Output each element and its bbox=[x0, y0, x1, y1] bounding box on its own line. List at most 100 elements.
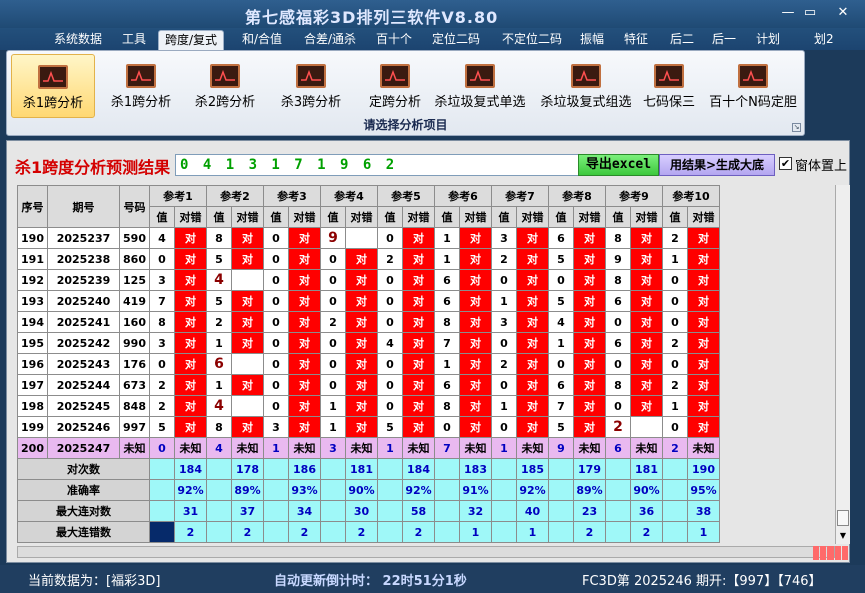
menu-item-5[interactable]: 百十个 bbox=[370, 30, 418, 50]
stat-spacer bbox=[320, 458, 346, 480]
header-ref: 参考6 bbox=[434, 185, 492, 207]
ribbon-button-0[interactable]: 杀1跨分析 bbox=[11, 54, 95, 118]
ribbon-button-7[interactable]: 七码保三 bbox=[639, 54, 699, 118]
prediction-status: 未知 bbox=[573, 437, 606, 459]
ribbon-button-1[interactable]: 杀1跨分析 bbox=[99, 54, 183, 118]
menu-item-3[interactable]: 和/合值 bbox=[236, 30, 288, 50]
table-row[interactable]: 190 2025237 590 4 对 8 对 0 对 9 0 对 1 对 3 对 6 对 8 对 2 对 bbox=[17, 227, 720, 249]
topmost-checkbox[interactable]: ✔ bbox=[779, 157, 792, 170]
row-number: 990 bbox=[119, 332, 150, 354]
value-cell: 1 bbox=[434, 248, 460, 270]
verdict-cell: 对 bbox=[402, 269, 435, 291]
stat-label: 最大连错数 bbox=[17, 521, 150, 543]
table-row[interactable]: 199 2025246 997 5 对 8 对 3 对 1 对 5 对 0 对 0 对 5 对 2 0 对 bbox=[17, 416, 720, 438]
ribbon-button-8[interactable]: 百十个N码定胆 bbox=[705, 54, 801, 118]
menu-item-4[interactable]: 合差/通杀 bbox=[298, 30, 362, 50]
prediction-status: 未知 bbox=[687, 437, 720, 459]
ribbon-button-6[interactable]: 杀垃圾复式组选 bbox=[535, 54, 637, 118]
table-row[interactable]: 191 2025238 860 0 对 5 对 0 对 0 对 2 对 1 对 2 对 5 对 9 对 1 对 bbox=[17, 248, 720, 270]
value-cell: 8 bbox=[206, 227, 232, 249]
scrollbar-thumb[interactable] bbox=[837, 510, 849, 526]
ribbon-expand-icon[interactable]: ↘ bbox=[792, 123, 801, 132]
menu-item-7[interactable]: 不定位二码 bbox=[496, 30, 568, 50]
export-excel-button[interactable]: 导出excel bbox=[578, 154, 659, 176]
value-cell: 8 bbox=[605, 269, 631, 291]
stat-value: 186 bbox=[288, 458, 321, 480]
horizontal-scrollbar[interactable] bbox=[17, 546, 835, 558]
table-row[interactable]: 198 2025245 848 2 对 4 0 对 1 对 0 对 8 对 1 对 7 对 0 对 1 对 bbox=[17, 395, 720, 417]
value-cell: 2 bbox=[662, 374, 688, 396]
stat-spacer bbox=[491, 500, 517, 522]
stat-spacer bbox=[662, 479, 688, 501]
verdict-cell: 对 bbox=[174, 332, 207, 354]
verdict-cell bbox=[345, 227, 378, 249]
stat-value: 89% bbox=[231, 479, 264, 501]
stat-row: 最大连对数 31 37 34 30 58 32 40 23 36 38 bbox=[17, 500, 720, 522]
stat-spacer bbox=[434, 479, 460, 501]
value-cell: 1 bbox=[434, 353, 460, 375]
verdict-cell: 对 bbox=[459, 395, 492, 417]
ribbon-button-3[interactable]: 杀3跨分析 bbox=[269, 54, 353, 118]
menu-item-1[interactable]: 工具 bbox=[116, 30, 152, 50]
value-cell: 6 bbox=[548, 227, 574, 249]
value-cell: 8 bbox=[434, 395, 460, 417]
table-row[interactable]: 196 2025243 176 0 对 6 0 对 0 对 0 对 1 对 2 对 0 对 0 对 0 对 bbox=[17, 353, 720, 375]
ribbon-button-2[interactable]: 杀2跨分析 bbox=[183, 54, 267, 118]
generate-base-button[interactable]: 用结果>生成大底 bbox=[659, 154, 775, 176]
value-cell: 2 bbox=[320, 311, 346, 333]
menu-item-11[interactable]: 后一 bbox=[706, 30, 742, 50]
scroll-down-icon[interactable]: ▼ bbox=[837, 529, 849, 543]
table-row[interactable]: 192 2025239 125 3 对 4 0 对 0 对 0 对 6 对 0 对 0 对 8 对 0 对 bbox=[17, 269, 720, 291]
value-cell: 2 bbox=[377, 248, 403, 270]
minimize-button[interactable]: — bbox=[778, 4, 798, 22]
verdict-cell: 对 bbox=[288, 311, 321, 333]
table-row[interactable]: 194 2025241 160 8 对 2 对 0 对 2 对 0 对 8 对 3 对 4 对 0 对 0 对 bbox=[17, 311, 720, 333]
menu-item-9[interactable]: 特征 bbox=[618, 30, 654, 50]
table-row[interactable]: 197 2025244 673 2 对 1 对 0 对 0 对 0 对 6 对 0 对 6 对 8 对 2 对 bbox=[17, 374, 720, 396]
verdict-cell: 对 bbox=[288, 332, 321, 354]
menu-item-6[interactable]: 定位二码 bbox=[426, 30, 486, 50]
restore-button[interactable]: ▭ bbox=[800, 4, 820, 22]
stat-spacer bbox=[605, 479, 631, 501]
menu-item-2[interactable]: 跨度/复式 bbox=[158, 30, 225, 50]
header-ref: 参考8 bbox=[548, 185, 606, 207]
ribbon-button-5[interactable]: 杀垃圾复式单选 bbox=[429, 54, 531, 118]
value-cell: 0 bbox=[605, 395, 631, 417]
stat-value: 38 bbox=[687, 500, 720, 522]
value-cell: 0 bbox=[149, 353, 175, 375]
value-cell: 0 bbox=[320, 248, 346, 270]
pending-row[interactable]: 200 2025247 未知 0 未知 4 未知 1 未知 3 未知 1 未知 7 未知 1 未知 9 未知 6 未知 2… bbox=[17, 437, 720, 459]
table-row[interactable]: 195 2025242 990 3 对 1 对 0 对 0 对 4 对 7 对 0 对 1 对 6 对 2 对 bbox=[17, 332, 720, 354]
menu-item-0[interactable]: 系统数据 bbox=[48, 30, 108, 50]
row-seq: 191 bbox=[17, 248, 48, 270]
value-cell: 1 bbox=[434, 227, 460, 249]
value-cell: 0 bbox=[548, 353, 574, 375]
vertical-scrollbar[interactable]: ▼ bbox=[835, 185, 850, 544]
ribbon-button-4[interactable]: 定跨分析 bbox=[353, 54, 437, 118]
header-verdict: 对错 bbox=[516, 206, 549, 228]
value-cell: 0 bbox=[320, 290, 346, 312]
menu-item-12[interactable]: 计划 bbox=[750, 30, 786, 50]
prediction-value: 7 bbox=[434, 437, 460, 459]
value-cell: 5 bbox=[548, 416, 574, 438]
verdict-cell: 对 bbox=[630, 290, 663, 312]
menu-item-13[interactable]: 划2 bbox=[808, 30, 840, 50]
stat-value: 190 bbox=[687, 458, 720, 480]
header-value: 值 bbox=[605, 206, 631, 228]
table-row[interactable]: 193 2025240 419 7 对 5 对 0 对 0 对 0 对 6 对 1 对 5 对 6 对 0 对 bbox=[17, 290, 720, 312]
result-input[interactable] bbox=[175, 154, 579, 176]
verdict-cell: 对 bbox=[345, 416, 378, 438]
verdict-cell: 对 bbox=[345, 395, 378, 417]
menu-item-8[interactable]: 振幅 bbox=[574, 30, 610, 50]
value-cell: 0 bbox=[263, 290, 289, 312]
value-cell: 0 bbox=[263, 353, 289, 375]
verdict-cell bbox=[231, 269, 264, 291]
row-seq: 193 bbox=[17, 290, 48, 312]
value-cell: 3 bbox=[263, 416, 289, 438]
value-cell: 6 bbox=[605, 332, 631, 354]
menu-item-10[interactable]: 后二 bbox=[664, 30, 700, 50]
stat-value: 1 bbox=[459, 521, 492, 543]
close-button[interactable]: ✕ bbox=[833, 4, 853, 22]
row-number: 176 bbox=[119, 353, 150, 375]
stat-value: 30 bbox=[345, 500, 378, 522]
